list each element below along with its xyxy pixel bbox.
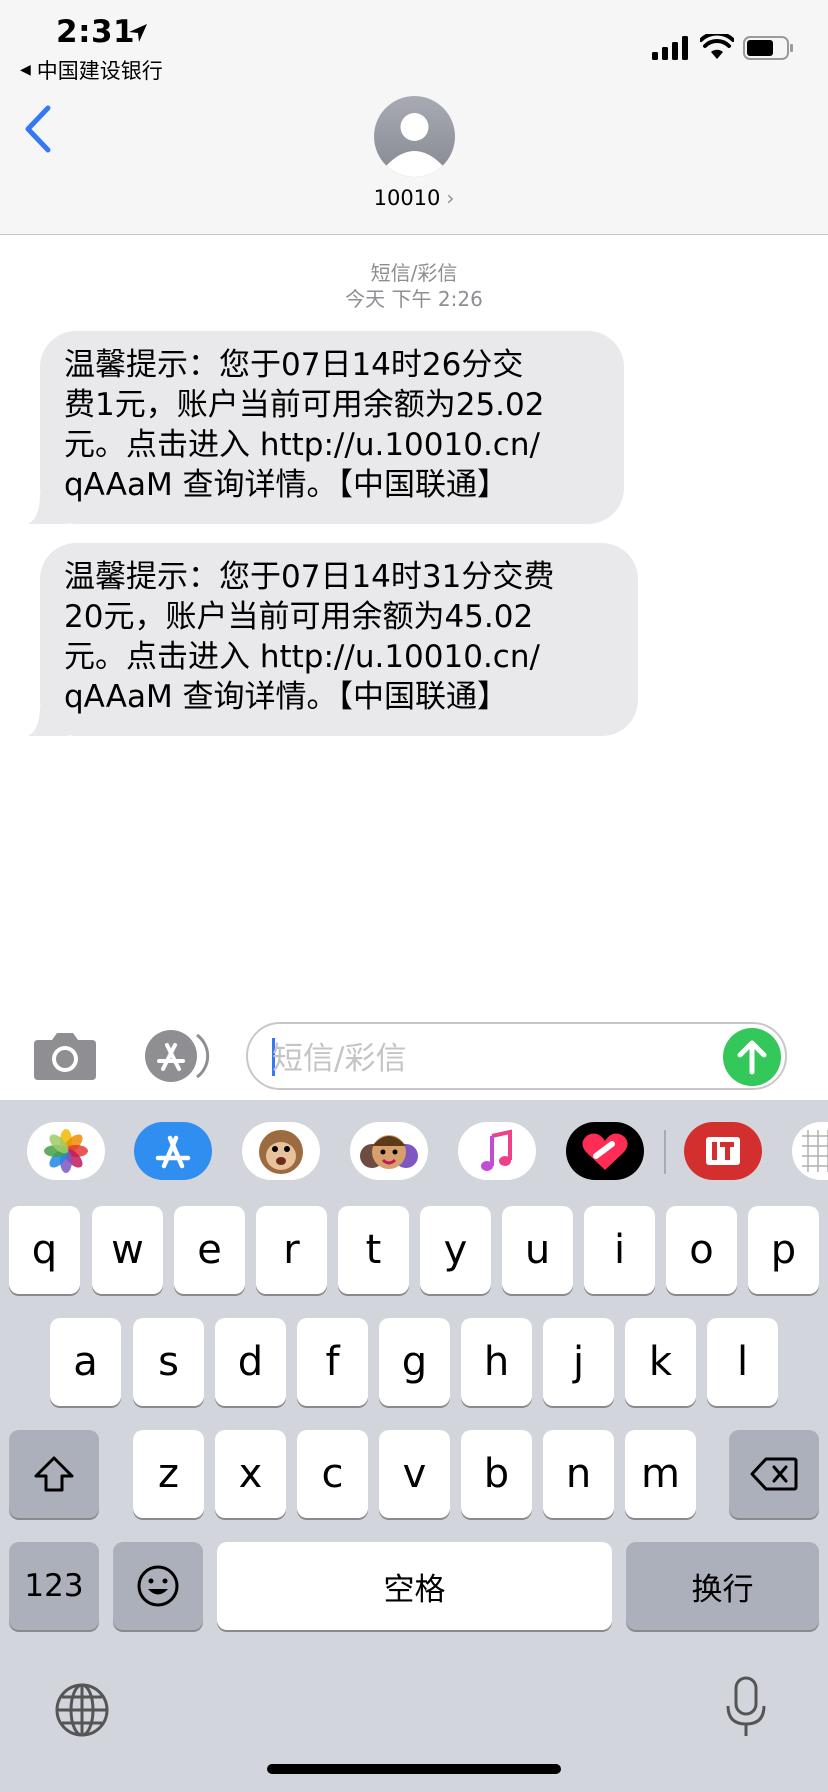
message-line: 元。点击进入 http://u.10010.cn/ [64,427,540,463]
arrow-up-icon [737,1040,767,1075]
contact-name: 10010 [373,186,441,210]
key-i[interactable]: i [584,1206,655,1294]
app-store-toggle-icon[interactable] [141,1029,213,1083]
key-x[interactable]: x [215,1430,286,1518]
emoji-key[interactable] [113,1542,203,1630]
key-l[interactable]: l [707,1318,778,1406]
key-o[interactable]: o [666,1206,737,1294]
key-z[interactable]: z [133,1430,204,1518]
key-h[interactable]: h [461,1318,532,1406]
key-c[interactable]: c [297,1430,368,1518]
key-d[interactable]: d [215,1318,286,1406]
message-timestamp: 今天 下午 2:26 [345,287,483,311]
key-f[interactable]: f [297,1318,368,1406]
key-q[interactable]: q [9,1206,80,1294]
chevron-right-icon: › [446,186,455,210]
globe-icon[interactable] [54,1682,110,1738]
location-arrow-icon [129,24,147,42]
incoming-message-bubble[interactable]: 温馨提示：您于07日14时31分交费 20元，账户当前可用余额为45.02 元。… [28,543,638,736]
key-y[interactable]: y [420,1206,491,1294]
animoji-app-icon[interactable] [242,1122,320,1180]
key-v[interactable]: v [379,1430,450,1518]
emoji-smiley-icon [137,1565,179,1607]
app-strip-divider [664,1130,666,1174]
contact-avatar[interactable] [374,96,455,177]
key-w[interactable]: w [92,1206,163,1294]
key-e[interactable]: e [174,1206,245,1294]
contact-name-button[interactable]: 10010 › [0,186,828,210]
key-b[interactable]: b [461,1430,532,1518]
shift-arrow-icon [34,1456,74,1492]
key-j[interactable]: j [543,1318,614,1406]
camera-icon[interactable] [32,1030,98,1082]
shift-key[interactable] [9,1430,99,1518]
photos-app-icon[interactable] [27,1122,105,1180]
return-key[interactable]: 换行 [626,1542,819,1630]
conversation-header: 2:31 ◀ 中国建设银行 10010 › [0,0,828,235]
music-app-icon[interactable] [458,1122,536,1180]
message-line: 费1元，账户当前可用余额为25.02 [64,387,545,423]
bubble-tail [28,494,68,524]
message-line: 元。点击进入 http://u.10010.cn/ [64,639,540,675]
microphone-icon[interactable] [724,1676,768,1740]
digital-touch-app-icon[interactable] [566,1122,644,1180]
memoji-app-icon[interactable] [350,1122,428,1180]
key-a[interactable]: a [50,1318,121,1406]
numbers-key[interactable]: 123 [9,1542,99,1630]
service-label: 短信/彩信 [370,261,458,285]
status-time: 2:31 [56,14,136,50]
back-chevron-icon[interactable] [22,104,54,154]
message-line: qAAaM 查询详情。【中国联通】 [64,467,509,503]
message-text: 温馨提示：您于07日14时31分交费 20元，账户当前可用余额为45.02 元。… [64,557,614,717]
bubble-tail [28,706,68,736]
imessage-app-drawer [0,1100,828,1200]
key-t[interactable]: t [338,1206,409,1294]
person-silhouette-icon [386,113,443,177]
compose-bar: 短信/彩信 [0,1010,828,1100]
message-line: qAAaM 查询详情。【中国联通】 [64,679,509,715]
message-input[interactable]: 短信/彩信 [246,1022,787,1090]
space-key[interactable]: 空格 [217,1542,612,1630]
delete-key[interactable] [729,1430,819,1518]
home-indicator[interactable] [267,1764,561,1774]
key-u[interactable]: u [502,1206,573,1294]
key-m[interactable]: m [625,1430,696,1518]
message-line: 温馨提示：您于07日14时31分交费 [64,559,555,595]
message-text: 温馨提示：您于07日14时26分交 费1元，账户当前可用余额为25.02 元。点… [64,345,600,505]
key-n[interactable]: n [543,1430,614,1518]
incoming-message-bubble[interactable]: 温馨提示：您于07日14时26分交 费1元，账户当前可用余额为25.02 元。点… [28,331,624,524]
battery-icon [743,36,793,60]
it-app-icon[interactable] [684,1122,762,1180]
cellular-signal-icon [652,36,688,60]
message-line: 20元，账户当前可用余额为45.02 [64,599,534,635]
key-r[interactable]: r [256,1206,327,1294]
backspace-icon [750,1457,798,1491]
key-k[interactable]: k [625,1318,696,1406]
back-triangle-icon: ◀ [20,62,31,78]
grid-app-icon[interactable] [792,1122,828,1180]
message-input-placeholder: 短信/彩信 [272,1041,407,1077]
wifi-icon [700,34,734,59]
key-p[interactable]: p [748,1206,819,1294]
send-button[interactable] [723,1028,781,1086]
key-s[interactable]: s [133,1318,204,1406]
back-to-app-link[interactable]: ◀ 中国建设银行 [20,55,163,85]
message-line: 温馨提示：您于07日14时26分交 [64,347,524,383]
key-g[interactable]: g [379,1318,450,1406]
back-app-label: 中国建设银行 [36,59,163,83]
app-store-app-icon[interactable] [134,1122,212,1180]
